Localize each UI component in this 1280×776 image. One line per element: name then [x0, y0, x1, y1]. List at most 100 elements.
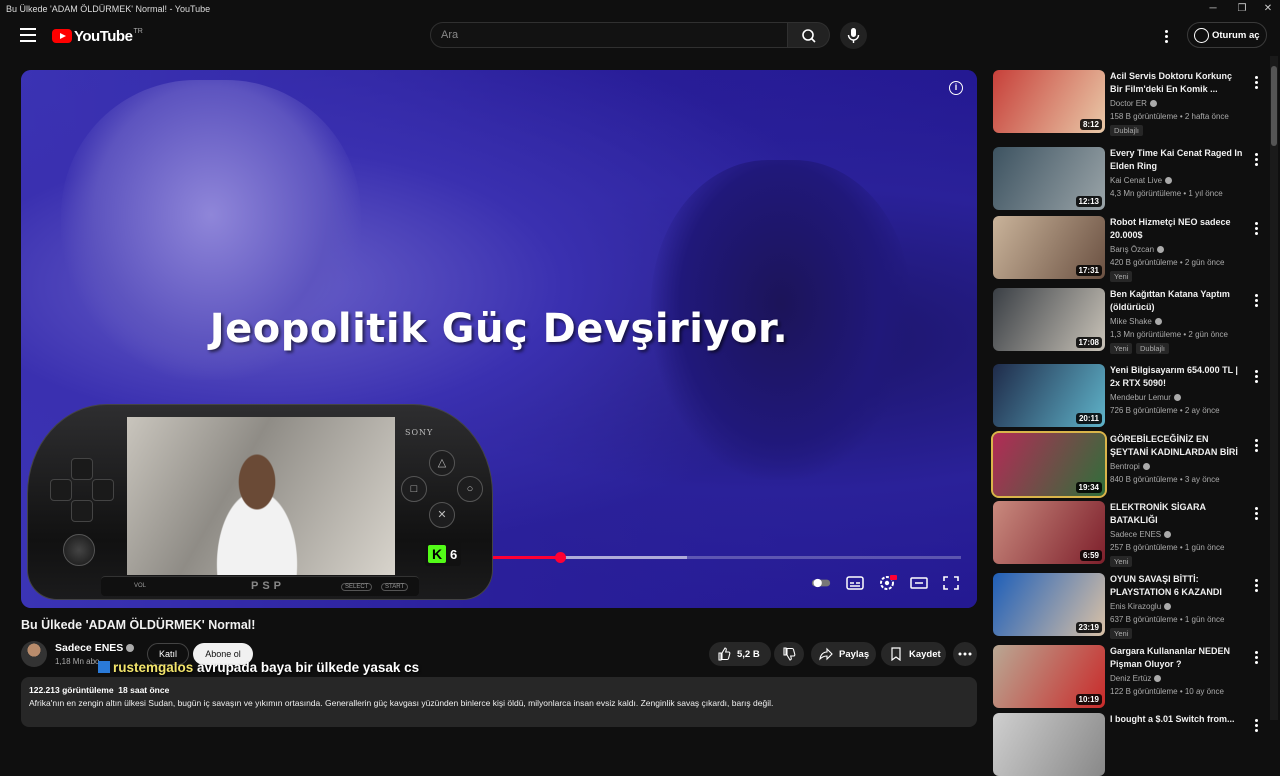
settings-menu-icon[interactable] [1160, 26, 1174, 46]
channel-avatar[interactable] [21, 641, 47, 667]
thumbs-down-icon [783, 647, 796, 661]
recommendation-thumbnail[interactable]: 19:34 [991, 431, 1107, 498]
voice-search-button[interactable] [840, 22, 867, 49]
recommendation-item[interactable]: 6:59 ELEKTRONİK SİGARA BATAKLIĞI Sadece EN… [993, 501, 1268, 567]
recommendation-meta: 726 B görüntüleme • 2 ay önce [1110, 406, 1220, 415]
more-vertical-icon[interactable] [1255, 153, 1258, 167]
sign-in-button[interactable]: Oturum aç [1187, 22, 1267, 48]
recommendation-thumbnail[interactable]: 10:19 [993, 645, 1105, 708]
psp-select: SELECT [341, 583, 373, 591]
recommendation-item[interactable]: 12:13 Every Time Kai Cenat Raged In Elden… [993, 147, 1268, 210]
search-button[interactable] [788, 22, 830, 48]
recommendation-thumbnail[interactable]: 6:59 [993, 501, 1105, 564]
recommendation-thumbnail[interactable]: 8:12 [993, 70, 1105, 133]
recommendation-thumbnail[interactable]: 17:31 [993, 216, 1105, 279]
fullscreen-icon[interactable] [941, 574, 961, 592]
save-label: Kaydet [909, 648, 941, 660]
recommendation-meta: 840 B görüntüleme • 3 ay önce [1110, 475, 1220, 484]
subscriber-count: 1,18 Mn abo [55, 657, 100, 666]
channel-name[interactable]: Sadece ENES [55, 642, 135, 654]
more-vertical-icon[interactable] [1255, 294, 1258, 308]
theater-mode-icon[interactable] [909, 574, 929, 592]
recommendation-item[interactable]: 20:11 Yeni Bilgisayarım 654.000 TL | 2x R… [993, 364, 1268, 427]
window-title: Bu Ülkede 'ADAM ÖLDÜRMEK' Normal! - YouT… [6, 4, 211, 14]
verified-icon [1149, 100, 1157, 107]
recommendation-title[interactable]: GÖREBİLECEĞİNİZ EN ŞEYTANİ KADINLARDAN B… [1110, 433, 1246, 459]
video-duration: 8:12 [1079, 119, 1102, 130]
recommendation-item[interactable]: 17:08 Ben Kağıttan Katana Yaptım (öldürüc… [993, 288, 1268, 354]
recommendation-title[interactable]: Gargara Kullananlar NEDEN Pişman Oluyor … [1110, 645, 1246, 671]
recommendation-badge: Dublajlı [1110, 125, 1144, 136]
more-actions-button[interactable] [953, 642, 977, 666]
recommendation-title[interactable]: Acil Servis Doktoru Korkunç Bir Film'dek… [1110, 70, 1246, 96]
recommendation-channel[interactable]: Barış Özcan [1110, 245, 1165, 254]
recommendation-meta: 637 B görüntüleme • 1 gün önce [1110, 615, 1225, 624]
more-horizontal-icon [958, 652, 972, 656]
logo-text: YouTube [74, 27, 133, 45]
progress-bar[interactable] [481, 552, 961, 563]
menu-icon[interactable] [20, 28, 36, 42]
recommendation-channel[interactable]: Bentropi [1110, 462, 1150, 471]
more-vertical-icon[interactable] [1255, 222, 1258, 236]
recommendation-item[interactable]: 19:34 GÖREBİLECEĞİNİZ EN ŞEYTANİ KADINLAR… [991, 431, 1268, 498]
verified-icon [1142, 463, 1150, 470]
share-icon [819, 647, 833, 661]
kick-viewer-badge: K 6 [425, 542, 461, 566]
more-vertical-icon[interactable] [1255, 651, 1258, 665]
recommendation-title[interactable]: OYUN SAVAŞI BİTTİ: PLAYSTATION 6 KAZANDI [1110, 573, 1246, 599]
more-vertical-icon[interactable] [1255, 579, 1258, 593]
recommendation-item[interactable]: 8:12 Acil Servis Doktoru Korkunç Bir Film… [993, 70, 1268, 136]
recommendation-thumbnail[interactable]: 17:08 [993, 288, 1105, 351]
recommendation-item[interactable]: 17:31 Robot Hizmetçi NEO sadece 20.000$ Ba… [993, 216, 1268, 282]
recommendation-channel[interactable]: Mendebur Lemur [1110, 393, 1181, 402]
recommendation-thumbnail[interactable]: 20:11 [993, 364, 1105, 427]
video-duration: 17:31 [1075, 265, 1102, 276]
dpad-icon [50, 458, 114, 522]
more-vertical-icon[interactable] [1255, 719, 1258, 733]
recommendation-thumbnail[interactable]: 12:13 [993, 147, 1105, 210]
more-vertical-icon[interactable] [1255, 370, 1258, 384]
recommendation-title[interactable]: Yeni Bilgisayarım 654.000 TL | 2x RTX 50… [1110, 364, 1246, 390]
recommendation-channel[interactable]: Deniz Ertüz [1110, 674, 1162, 683]
scrollbar-thumb[interactable] [1271, 66, 1277, 146]
autoplay-toggle-icon[interactable] [811, 574, 831, 592]
recommendation-channel[interactable]: Doctor ER [1110, 99, 1157, 108]
recommendation-channel[interactable]: Enis Kirazoglu [1110, 602, 1172, 611]
recommendation-item[interactable]: 23:19 OYUN SAVAŞI BİTTİ: PLAYSTATION 6 KA… [993, 573, 1268, 639]
recommendation-channel[interactable]: Sadece ENES [1110, 530, 1172, 539]
play-logo-icon [52, 29, 72, 43]
bookmark-icon [891, 647, 901, 661]
sign-in-label: Oturum aç [1212, 29, 1260, 41]
share-button[interactable]: Paylaş [811, 642, 876, 666]
video-player[interactable]: Jeopolitik Güç Devşiriyor. i △ □ ○ ✕ SON… [21, 70, 977, 608]
more-vertical-icon[interactable] [1255, 507, 1258, 521]
square-button-icon: □ [401, 476, 427, 502]
recommendation-title[interactable]: Robot Hizmetçi NEO sadece 20.000$ [1110, 216, 1246, 242]
video-duration: 10:19 [1075, 694, 1102, 705]
verified-icon [126, 644, 135, 653]
info-icon[interactable]: i [949, 81, 963, 95]
recommendation-item[interactable]: I bought a $.01 Switch from... [993, 713, 1268, 776]
close-window-button[interactable]: ✕ [1251, 1, 1280, 17]
psp-start: START [381, 583, 409, 591]
more-vertical-icon[interactable] [1255, 439, 1258, 453]
more-vertical-icon[interactable] [1255, 76, 1258, 90]
save-button[interactable]: Kaydet [881, 642, 946, 666]
recommendation-thumbnail[interactable] [993, 713, 1105, 776]
dislike-button[interactable] [774, 642, 804, 666]
recommendation-title[interactable]: ELEKTRONİK SİGARA BATAKLIĞI [1110, 501, 1246, 527]
recommendation-channel[interactable]: Kai Cenat Live [1110, 176, 1173, 185]
recommendation-thumbnail[interactable]: 23:19 [993, 573, 1105, 636]
recommendation-item[interactable]: 10:19 Gargara Kullananlar NEDEN Pişman Ol… [993, 645, 1268, 708]
recommendation-badge: Dublajlı [1136, 343, 1170, 354]
settings-icon[interactable] [877, 574, 897, 592]
like-button[interactable]: 5,2 B [709, 642, 771, 666]
subtitles-icon[interactable] [845, 574, 865, 592]
recommendation-title[interactable]: Every Time Kai Cenat Raged In Elden Ring [1110, 147, 1246, 173]
recommendation-channel[interactable]: Mike Shake [1110, 317, 1162, 326]
like-count: 5,2 B [737, 648, 760, 660]
youtube-logo[interactable]: YouTube TR [52, 26, 143, 46]
search-input[interactable] [430, 22, 788, 48]
page-scrollbar[interactable] [1270, 56, 1278, 720]
recommendation-title[interactable]: Ben Kağıttan Katana Yaptım (öldürücü) [1110, 288, 1246, 314]
